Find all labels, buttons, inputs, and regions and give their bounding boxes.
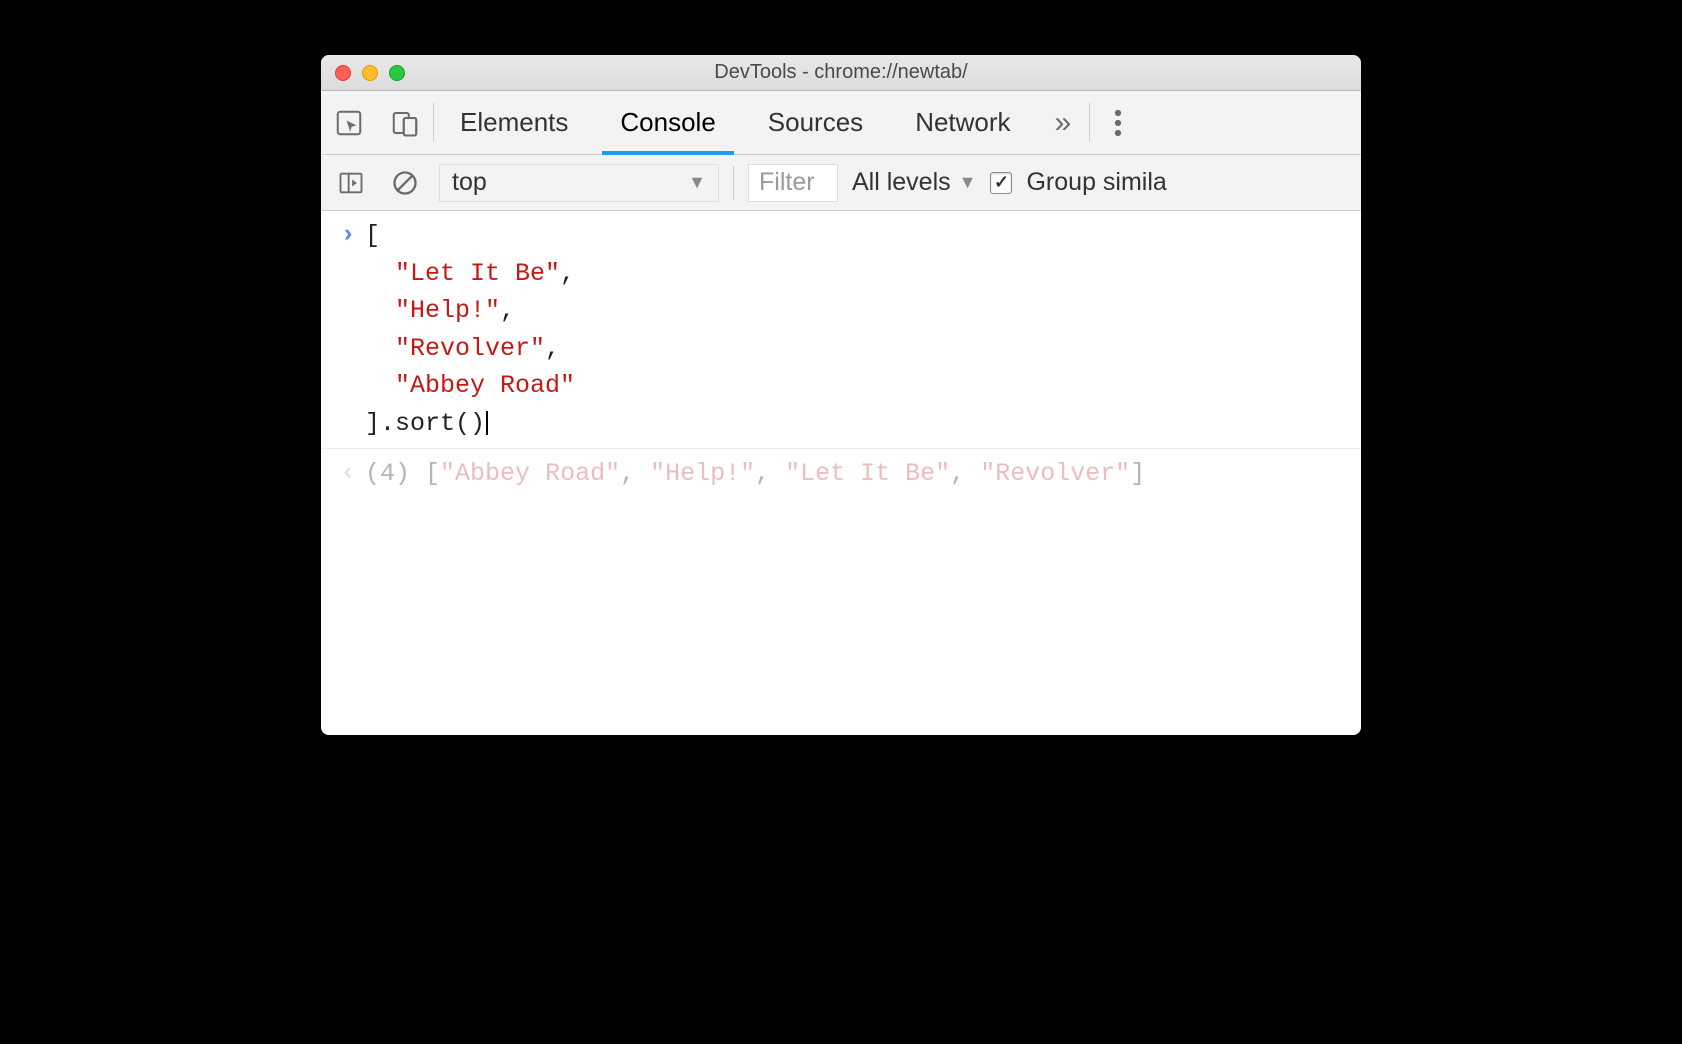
window-controls (321, 65, 405, 81)
tab-network[interactable]: Network (889, 91, 1036, 154)
text-cursor (486, 411, 488, 435)
console-output: › [ "Let It Be", "Help!", "Revolver", "A… (321, 211, 1361, 735)
chevron-down-icon: ▼ (959, 172, 977, 193)
clear-console-button[interactable] (385, 163, 425, 203)
console-input-code: [ "Let It Be", "Help!", "Revolver", "Abb… (365, 217, 575, 442)
console-input-entry[interactable]: › [ "Let It Be", "Help!", "Revolver", "A… (321, 211, 1361, 449)
titlebar: DevTools - chrome://newtab/ (321, 55, 1361, 91)
tab-console[interactable]: Console (594, 91, 741, 154)
devtools-tabstrip: Elements Console Sources Network » (321, 91, 1361, 155)
zoom-window-button[interactable] (389, 65, 405, 81)
tab-label: Sources (768, 107, 863, 138)
console-output-code: (4) ["Abbey Road", "Help!", "Let It Be",… (365, 455, 1145, 493)
execution-context-select[interactable]: top ▼ (439, 164, 719, 202)
tab-label: Network (915, 107, 1010, 138)
console-eager-evaluation: ‹ (4) ["Abbey Road", "Help!", "Let It Be… (321, 449, 1361, 499)
overflow-tabs-button[interactable]: » (1037, 91, 1090, 154)
devtools-window: DevTools - chrome://newtab/ Elements Con… (321, 55, 1361, 735)
minimize-window-button[interactable] (362, 65, 378, 81)
close-window-button[interactable] (335, 65, 351, 81)
tab-elements[interactable]: Elements (434, 91, 594, 154)
filter-placeholder: Filter (759, 168, 815, 197)
window-title: DevTools - chrome://newtab/ (321, 61, 1361, 84)
separator (733, 166, 734, 200)
input-arrow-icon: › (340, 220, 355, 249)
console-toolbar: top ▼ Filter All levels ▼ Group simila (321, 155, 1361, 211)
filter-input[interactable]: Filter (748, 164, 838, 202)
inspect-element-button[interactable] (321, 91, 377, 154)
tab-sources[interactable]: Sources (742, 91, 889, 154)
context-value: top (452, 168, 487, 197)
levels-label: All levels (852, 168, 951, 197)
toggle-sidebar-button[interactable] (331, 163, 371, 203)
device-toggle-button[interactable] (377, 91, 433, 154)
tab-label: Console (620, 107, 715, 138)
group-similar-checkbox[interactable] (990, 172, 1012, 194)
log-levels-select[interactable]: All levels ▼ (852, 168, 976, 197)
tab-label: Elements (460, 107, 568, 138)
settings-kebab-button[interactable] (1090, 91, 1146, 154)
group-similar-label: Group simila (1026, 168, 1166, 197)
chevron-down-icon: ▼ (688, 172, 706, 193)
output-arrow-icon: ‹ (340, 458, 355, 487)
